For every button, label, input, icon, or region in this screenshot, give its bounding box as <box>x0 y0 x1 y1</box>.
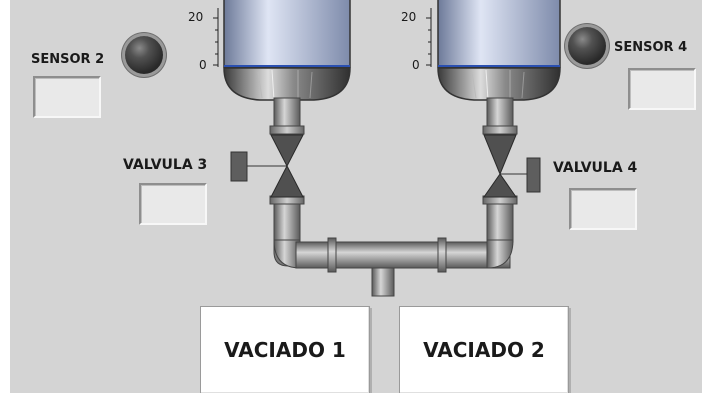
tank-2 <box>426 0 561 101</box>
sensor-4-indicator <box>628 68 696 110</box>
sensor-2-led <box>125 36 163 74</box>
tank-1-tick-20: 20 <box>188 10 204 24</box>
sensor-2-indicator <box>33 76 101 118</box>
tank-2-tick-20: 20 <box>401 10 417 24</box>
tank-2-tick-0: 0 <box>412 58 420 72</box>
empty-1-button[interactable]: VACIADO 1 <box>200 306 370 393</box>
valve-4-indicator <box>569 188 637 230</box>
valve-3-symbol[interactable] <box>230 134 304 198</box>
tank-1 <box>213 0 351 101</box>
empty-2-button[interactable]: VACIADO 2 <box>399 306 569 393</box>
valve-3-label: VALVULA 3 <box>123 157 208 173</box>
valve-3-indicator <box>139 183 207 225</box>
valve-4-label: VALVULA 4 <box>553 160 638 176</box>
sensor-4-led <box>568 27 606 65</box>
sensor-4-label: SENSOR 4 <box>614 40 688 55</box>
tank-1-tick-0: 0 <box>199 58 207 72</box>
valve-4-symbol[interactable] <box>483 134 541 198</box>
front-panel: 20 0 20 0 SENSOR 2 SENSOR 4 VALVULA 3 VA… <box>10 0 702 393</box>
sensor-2-label: SENSOR 2 <box>31 52 105 67</box>
